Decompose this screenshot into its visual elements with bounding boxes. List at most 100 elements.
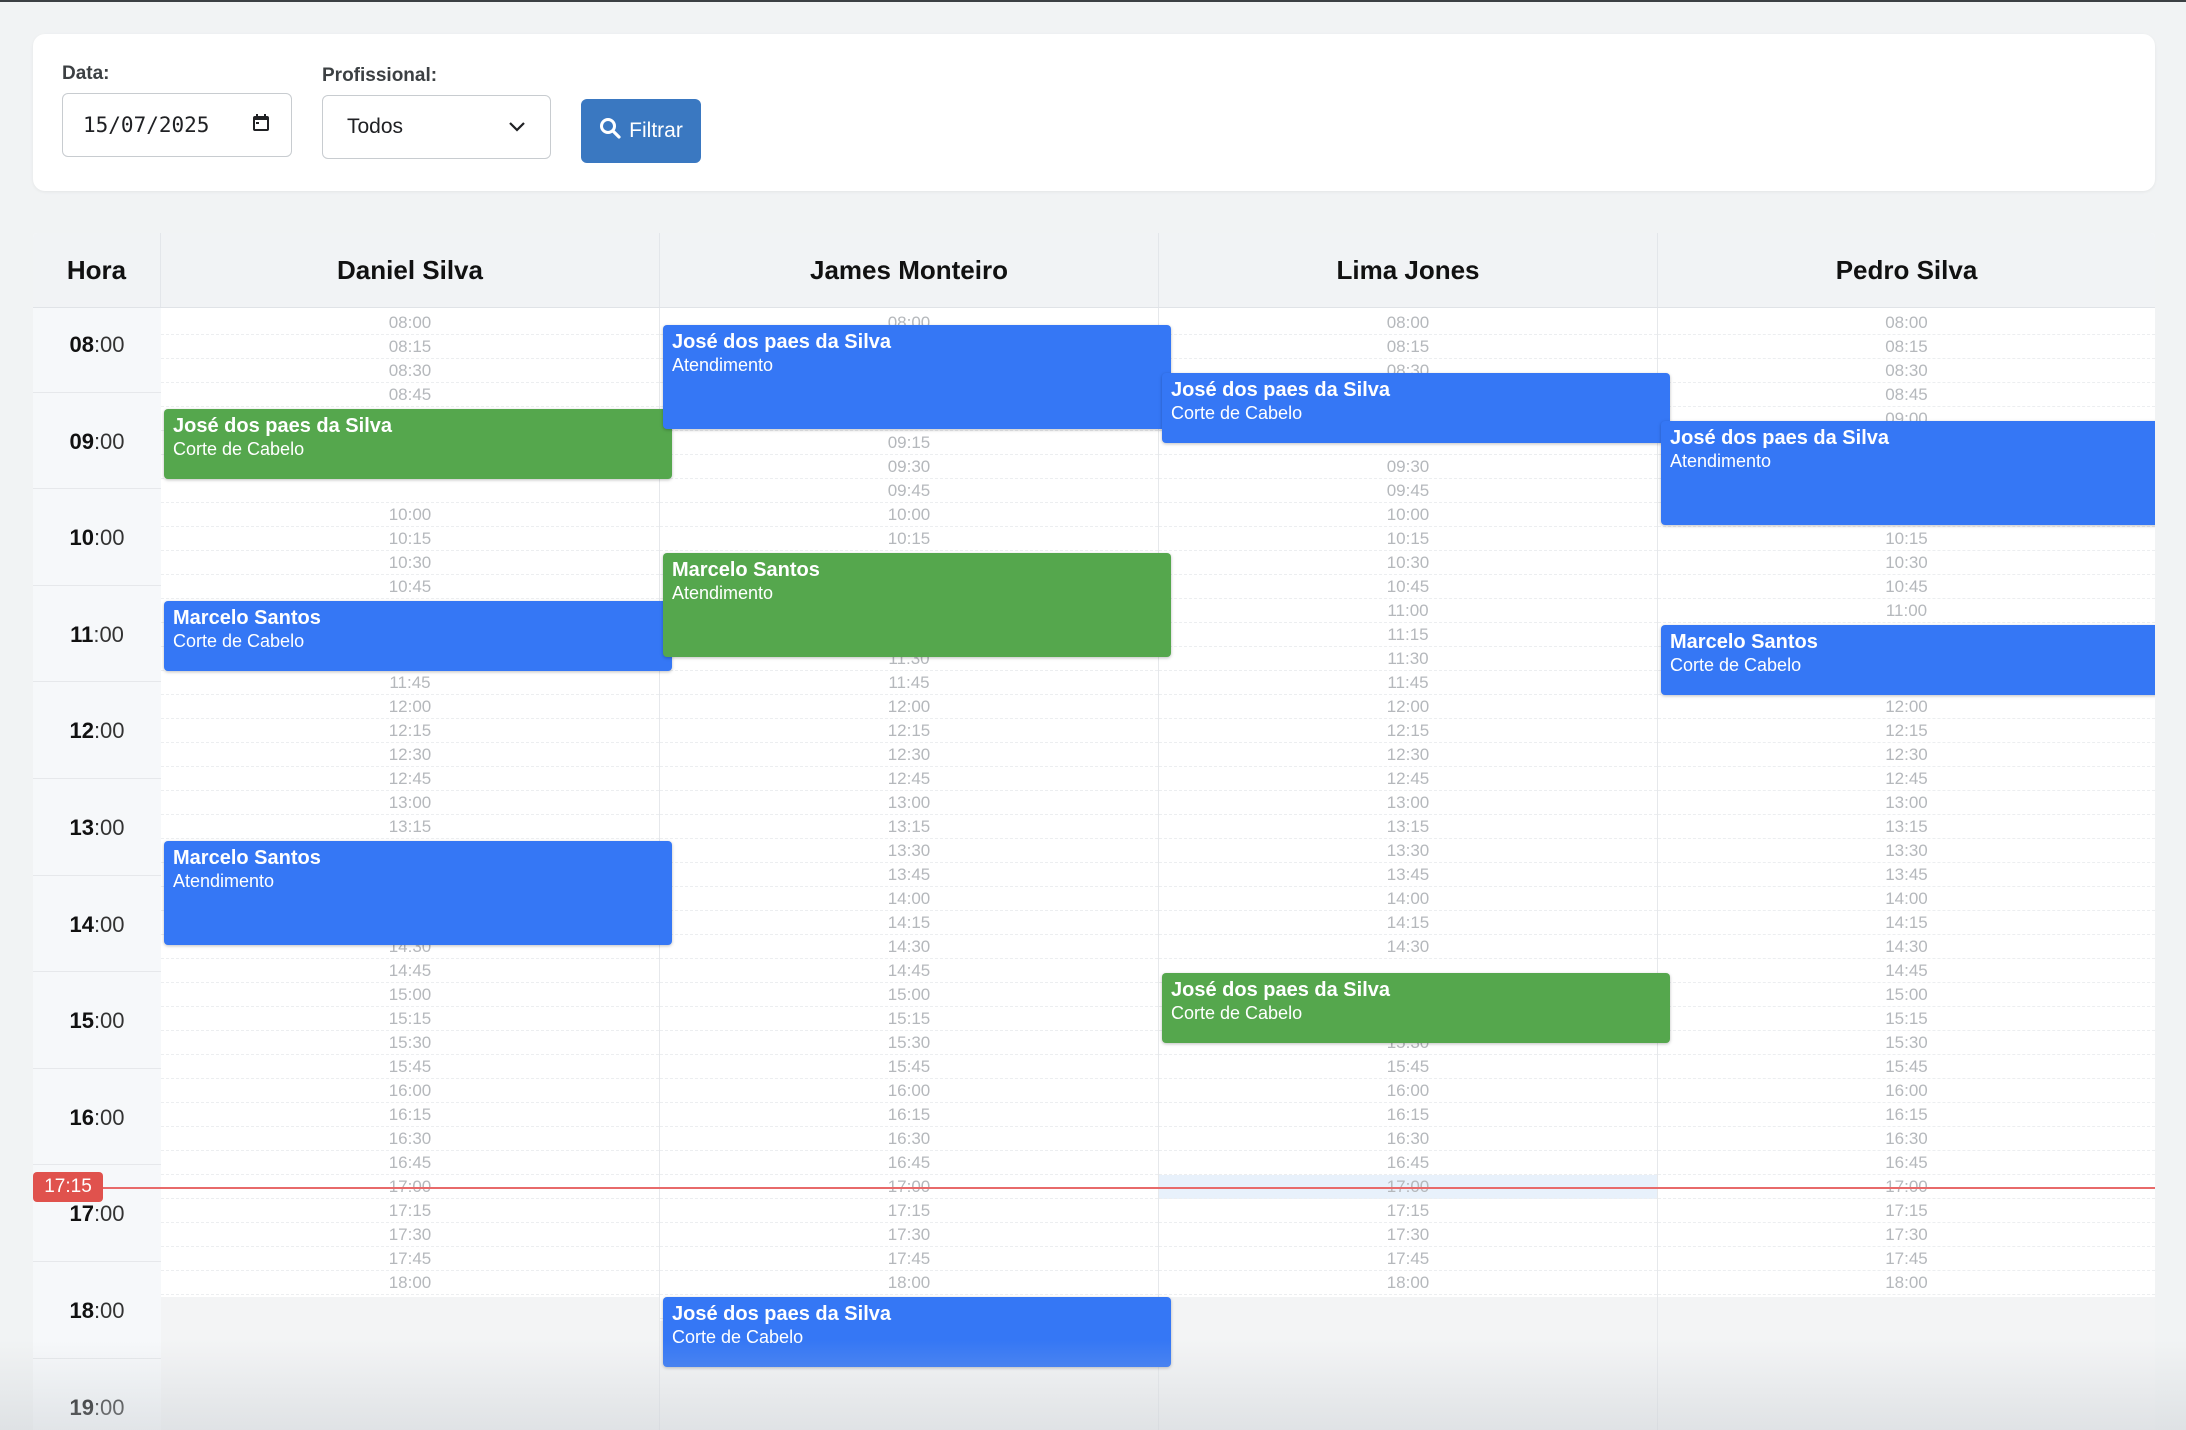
time-slot[interactable]: 09:45 (1159, 479, 1657, 503)
time-slot[interactable]: 16:45 (660, 1151, 1158, 1175)
time-slot[interactable]: 14:00 (1658, 887, 2155, 911)
time-slot[interactable]: 15:15 (161, 1007, 659, 1031)
time-slot[interactable]: 12:00 (1658, 695, 2155, 719)
time-slot[interactable]: 13:15 (660, 815, 1158, 839)
time-slot[interactable]: 10:00 (1159, 503, 1657, 527)
time-slot[interactable]: 10:45 (161, 575, 659, 599)
time-slot[interactable]: 13:30 (660, 839, 1158, 863)
time-slot[interactable]: 17:45 (161, 1247, 659, 1271)
time-slot[interactable]: 10:45 (1159, 575, 1657, 599)
time-slot[interactable]: 17:15 (161, 1199, 659, 1223)
time-slot[interactable]: 08:15 (1159, 335, 1657, 359)
time-slot[interactable]: 13:45 (1159, 863, 1657, 887)
time-slot[interactable]: 12:30 (660, 743, 1158, 767)
time-slot[interactable]: 16:15 (1159, 1103, 1657, 1127)
time-slot[interactable]: 13:00 (1658, 791, 2155, 815)
time-slot[interactable]: 17:45 (1159, 1247, 1657, 1271)
time-slot[interactable]: 12:15 (1159, 719, 1657, 743)
time-slot[interactable]: 16:15 (660, 1103, 1158, 1127)
time-slot[interactable]: 11:15 (1159, 623, 1657, 647)
time-slot[interactable]: 11:45 (161, 671, 659, 695)
appointment-card[interactable]: José dos paes da Silva Corte de Cabelo (164, 409, 672, 479)
time-slot[interactable]: 10:15 (1159, 527, 1657, 551)
time-slot[interactable]: 15:15 (1658, 1007, 2155, 1031)
time-slot[interactable]: 12:15 (161, 719, 659, 743)
appointment-card[interactable]: José dos paes da Silva Atendimento (1661, 421, 2155, 525)
professional-select[interactable]: Todos (322, 95, 551, 159)
time-slot[interactable]: 10:15 (1658, 527, 2155, 551)
time-slot[interactable]: 12:45 (161, 767, 659, 791)
time-slot[interactable]: 15:30 (161, 1031, 659, 1055)
time-slot[interactable]: 17:30 (1159, 1223, 1657, 1247)
time-slot[interactable]: 18:00 (161, 1271, 659, 1295)
time-slot[interactable]: 13:30 (1159, 839, 1657, 863)
time-slot[interactable]: 16:00 (660, 1079, 1158, 1103)
time-slot[interactable]: 13:15 (161, 815, 659, 839)
appointment-card[interactable]: Marcelo Santos Atendimento (663, 553, 1171, 657)
time-slot[interactable]: 12:45 (1159, 767, 1657, 791)
time-slot[interactable]: 15:30 (660, 1031, 1158, 1055)
time-slot[interactable]: 14:15 (660, 911, 1158, 935)
time-slot[interactable]: 16:45 (1159, 1151, 1657, 1175)
time-slot[interactable]: 14:45 (660, 959, 1158, 983)
filter-button[interactable]: Filtrar (581, 99, 701, 163)
time-slot[interactable]: 14:45 (161, 959, 659, 983)
time-slot[interactable]: 10:30 (1658, 551, 2155, 575)
time-slot[interactable]: 12:00 (660, 695, 1158, 719)
time-slot[interactable]: 09:30 (1159, 455, 1657, 479)
appointment-card[interactable]: Marcelo Santos Atendimento (164, 841, 672, 945)
time-slot[interactable]: 13:45 (660, 863, 1158, 887)
time-slot[interactable]: 17:30 (660, 1223, 1158, 1247)
time-slot[interactable]: 12:30 (161, 743, 659, 767)
time-slot[interactable]: 09:15 (660, 431, 1158, 455)
time-slot[interactable]: 15:00 (161, 983, 659, 1007)
time-slot[interactable]: 12:00 (1159, 695, 1657, 719)
time-slot[interactable]: 17:15 (1658, 1199, 2155, 1223)
time-slot[interactable]: 13:00 (161, 791, 659, 815)
time-slot[interactable]: 08:15 (1658, 335, 2155, 359)
time-slot[interactable]: 14:00 (660, 887, 1158, 911)
time-slot[interactable]: 10:00 (660, 503, 1158, 527)
time-slot[interactable]: 14:30 (660, 935, 1158, 959)
time-slot[interactable]: 10:45 (1658, 575, 2155, 599)
time-slot[interactable]: 10:15 (161, 527, 659, 551)
time-slot[interactable]: 13:15 (1658, 815, 2155, 839)
time-slot[interactable]: 15:45 (660, 1055, 1158, 1079)
time-slot[interactable]: 16:00 (1159, 1079, 1657, 1103)
time-slot[interactable]: 16:15 (1658, 1103, 2155, 1127)
time-slot[interactable]: 08:15 (161, 335, 659, 359)
time-slot[interactable]: 16:45 (161, 1151, 659, 1175)
time-slot[interactable]: 15:15 (660, 1007, 1158, 1031)
time-slot[interactable]: 16:00 (1658, 1079, 2155, 1103)
time-slot[interactable]: 08:00 (1658, 311, 2155, 335)
time-slot[interactable]: 17:15 (660, 1199, 1158, 1223)
time-slot[interactable]: 16:30 (1159, 1127, 1657, 1151)
time-slot[interactable]: 14:30 (1658, 935, 2155, 959)
time-slot[interactable]: 15:45 (161, 1055, 659, 1079)
time-slot[interactable]: 15:00 (660, 983, 1158, 1007)
time-slot[interactable]: 15:45 (1658, 1055, 2155, 1079)
time-slot[interactable]: 09:30 (660, 455, 1158, 479)
time-slot[interactable]: 11:45 (1159, 671, 1657, 695)
time-slot[interactable]: 17:30 (1658, 1223, 2155, 1247)
time-slot[interactable]: 08:30 (161, 359, 659, 383)
time-slot[interactable]: 11:00 (1159, 599, 1657, 623)
time-slot[interactable]: 10:00 (161, 503, 659, 527)
time-slot[interactable]: 11:30 (1159, 647, 1657, 671)
time-slot[interactable]: 18:00 (1658, 1271, 2155, 1295)
time-slot[interactable]: 14:45 (1658, 959, 2155, 983)
time-slot[interactable]: 18:00 (660, 1271, 1158, 1295)
time-slot[interactable]: 18:00 (1159, 1271, 1657, 1295)
calendar-icon[interactable] (251, 113, 271, 138)
time-slot[interactable]: 15:30 (1658, 1031, 2155, 1055)
time-slot[interactable]: 12:15 (1658, 719, 2155, 743)
time-slot[interactable]: 15:00 (1658, 983, 2155, 1007)
time-slot[interactable]: 14:15 (1159, 911, 1657, 935)
time-slot[interactable]: 16:30 (161, 1127, 659, 1151)
time-slot[interactable]: 11:45 (660, 671, 1158, 695)
time-slot[interactable]: 17:15 (1159, 1199, 1657, 1223)
appointment-card[interactable]: José dos paes da Silva Corte de Cabelo (663, 1297, 1171, 1367)
appointment-card[interactable]: José dos paes da Silva Atendimento (663, 325, 1171, 429)
time-slot[interactable]: 14:30 (1159, 935, 1657, 959)
time-slot[interactable]: 15:45 (1159, 1055, 1657, 1079)
